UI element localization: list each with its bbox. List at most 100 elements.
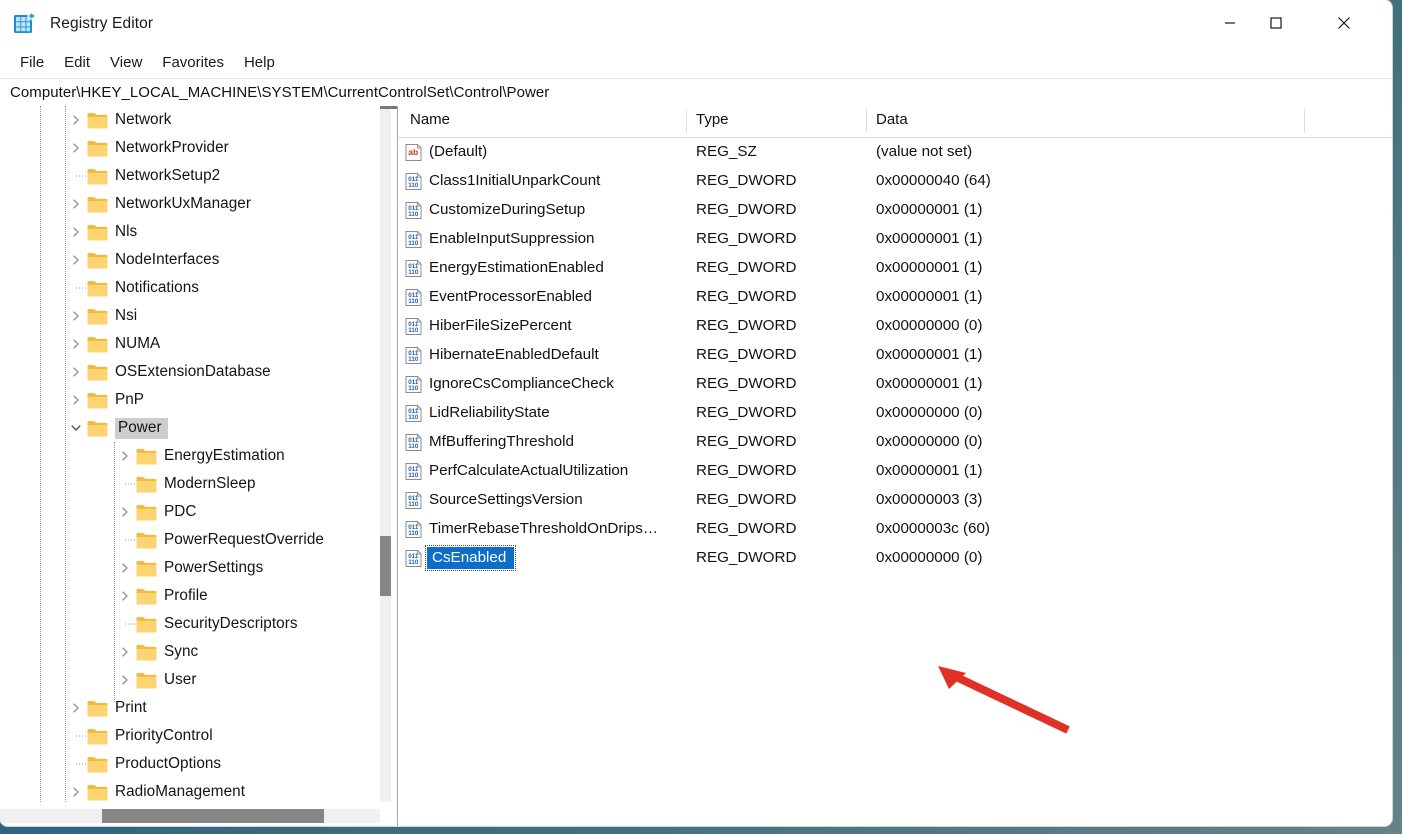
column-divider[interactable] — [1304, 109, 1305, 133]
tree-node-profile[interactable]: Profile — [0, 582, 380, 610]
tree-node-energyestimation[interactable]: EnergyEstimation — [0, 442, 380, 470]
value-row[interactable]: 011 110 CustomizeDuringSetup REG_DWORD 0x000… — [398, 196, 1392, 225]
value-row[interactable]: 011 110 HiberFileSizePercent REG_DWORD 0x000… — [398, 312, 1392, 341]
chevron-right-icon[interactable] — [114, 638, 136, 666]
tree-node-nsi[interactable]: Nsi — [0, 302, 380, 330]
rename-input[interactable]: CsEnabled — [424, 545, 517, 571]
menu-file[interactable]: File — [10, 51, 54, 74]
tree-node-modernsleep[interactable]: ModernSleep — [0, 470, 380, 498]
tree-node-numa[interactable]: NUMA — [0, 330, 380, 358]
tree-node-productoptions[interactable]: ProductOptions — [0, 750, 380, 778]
chevron-right-icon[interactable] — [114, 582, 136, 610]
tree-node-label: Power — [115, 417, 168, 439]
chevron-right-icon[interactable] — [65, 694, 87, 722]
value-row[interactable]: 011 110 Class1InitialUnparkCount REG_DWORD 0… — [398, 167, 1392, 196]
tree-node-pnp[interactable]: PnP — [0, 386, 380, 414]
maximize-icon — [1270, 17, 1282, 29]
value-row[interactable]: 011 110 HibernateEnabledDefault REG_DWORD 0x… — [398, 341, 1392, 370]
tree-node-osextensiondatabase[interactable]: OSExtensionDatabase — [0, 358, 380, 386]
chevron-down-icon[interactable] — [65, 414, 87, 442]
tree-horizontal-scrollbar[interactable] — [0, 809, 380, 823]
column-header-type[interactable]: Type — [696, 111, 729, 128]
column-divider[interactable] — [686, 109, 687, 133]
value-row[interactable]: 011 110 IgnoreCsComplianceCheck REG_DWORD 0x… — [398, 370, 1392, 399]
values-list: ab (Default) REG_SZ (value not set) 011 110 Cl… — [398, 138, 1392, 573]
tree-leaf-connector — [65, 162, 87, 190]
tree-node-powersettings[interactable]: PowerSettings — [0, 554, 380, 582]
tree-node-prioritycontrol[interactable]: PriorityControl — [0, 722, 380, 750]
svg-text:ab: ab — [408, 147, 418, 157]
maximize-button[interactable] — [1253, 0, 1299, 46]
tree-node-sync[interactable]: Sync — [0, 638, 380, 666]
tree-node-label: PowerSettings — [164, 558, 264, 576]
value-row[interactable]: 011 110 EventProcessorEnabled REG_DWORD 0x00… — [398, 283, 1392, 312]
tree-node-label: NodeInterfaces — [115, 250, 220, 268]
registry-tree[interactable]: Network NetworkProvider NetworkSetup2 Netwo… — [0, 106, 380, 802]
tree-node-pdc[interactable]: PDC — [0, 498, 380, 526]
tree-vertical-scroll-thumb[interactable] — [380, 536, 391, 596]
value-data: 0x00000001 (1) — [876, 288, 983, 305]
tree-node-notifications[interactable]: Notifications — [0, 274, 380, 302]
chevron-right-icon[interactable] — [65, 778, 87, 802]
chevron-right-icon[interactable] — [65, 386, 87, 414]
value-row[interactable]: ab (Default) REG_SZ (value not set) — [398, 138, 1392, 167]
value-row[interactable]: 011 110 CsEnabled REG_DWORD 0x00000000 (0) — [398, 544, 1392, 573]
value-row[interactable]: 011 110 PerfCalculateActualUtilization REG_… — [398, 457, 1392, 486]
chevron-right-icon[interactable] — [114, 498, 136, 526]
tree-node-user[interactable]: User — [0, 666, 380, 694]
tree-node-networkprovider[interactable]: NetworkProvider — [0, 134, 380, 162]
menu-view[interactable]: View — [100, 51, 152, 74]
chevron-right-icon[interactable] — [114, 554, 136, 582]
chevron-right-icon[interactable] — [65, 190, 87, 218]
minimize-button[interactable] — [1207, 0, 1253, 46]
menu-edit[interactable]: Edit — [54, 51, 100, 74]
value-type: REG_DWORD — [696, 520, 797, 537]
chevron-right-icon[interactable] — [65, 106, 87, 134]
chevron-right-icon[interactable] — [65, 246, 87, 274]
tree-node-network[interactable]: Network — [0, 106, 380, 134]
tree-node-powerrequestoverride[interactable]: PowerRequestOverride — [0, 526, 380, 554]
svg-text:110: 110 — [408, 298, 419, 305]
value-row[interactable]: 011 110 EnableInputSuppression REG_DWORD 0x0… — [398, 225, 1392, 254]
chevron-right-icon[interactable] — [114, 666, 136, 694]
tree-node-nls[interactable]: Nls — [0, 218, 380, 246]
value-row[interactable]: 011 110 LidReliabilityState REG_DWORD 0x0000… — [398, 399, 1392, 428]
chevron-right-icon[interactable] — [65, 358, 87, 386]
tree-node-print[interactable]: Print — [0, 694, 380, 722]
tree-horizontal-scroll-thumb[interactable] — [102, 809, 324, 823]
value-name: MfBufferingThreshold — [429, 433, 574, 450]
value-name: HibernateEnabledDefault — [429, 346, 599, 363]
tree-leaf-connector — [65, 274, 87, 302]
tree-node-securitydescriptors[interactable]: SecurityDescriptors — [0, 610, 380, 638]
tree-node-label: ModernSleep — [164, 474, 256, 492]
value-row[interactable]: 011 110 SourceSettingsVersion REG_DWORD 0x00… — [398, 486, 1392, 515]
folder-icon — [87, 224, 108, 241]
value-row[interactable]: 011 110 TimerRebaseThresholdOnDrips… REG_DW… — [398, 515, 1392, 544]
tree-node-power[interactable]: Power — [0, 414, 380, 442]
tree-node-radiomanagement[interactable]: RadioManagement — [0, 778, 380, 802]
value-name: IgnoreCsComplianceCheck — [429, 375, 614, 392]
chevron-right-icon[interactable] — [65, 302, 87, 330]
chevron-right-icon[interactable] — [65, 218, 87, 246]
dword-value-icon: 011 110 — [404, 520, 423, 539]
value-row[interactable]: 011 110 MfBufferingThreshold REG_DWORD 0x000… — [398, 428, 1392, 457]
tree-node-label: PriorityControl — [115, 726, 213, 744]
menu-favorites[interactable]: Favorites — [152, 51, 234, 74]
chevron-right-icon[interactable] — [114, 442, 136, 470]
tree-node-networksetup2[interactable]: NetworkSetup2 — [0, 162, 380, 190]
column-header-data[interactable]: Data — [876, 111, 908, 128]
address-bar[interactable]: Computer\HKEY_LOCAL_MACHINE\SYSTEM\Curre… — [0, 79, 1392, 107]
column-header-name[interactable]: Name — [410, 111, 450, 128]
tree-leaf-connector — [114, 470, 136, 498]
tree-node-list: Network NetworkProvider NetworkSetup2 Netwo… — [0, 106, 380, 802]
column-divider[interactable] — [866, 109, 867, 133]
chevron-right-icon[interactable] — [65, 330, 87, 358]
menu-help[interactable]: Help — [234, 51, 285, 74]
tree-node-nodeinterfaces[interactable]: NodeInterfaces — [0, 246, 380, 274]
value-row[interactable]: 011 110 EnergyEstimationEnabled REG_DWORD 0x… — [398, 254, 1392, 283]
tree-vertical-scrollbar[interactable] — [380, 109, 391, 802]
chevron-right-icon[interactable] — [65, 134, 87, 162]
folder-icon — [87, 168, 108, 185]
close-button[interactable] — [1321, 0, 1367, 46]
tree-node-networkuxmanager[interactable]: NetworkUxManager — [0, 190, 380, 218]
